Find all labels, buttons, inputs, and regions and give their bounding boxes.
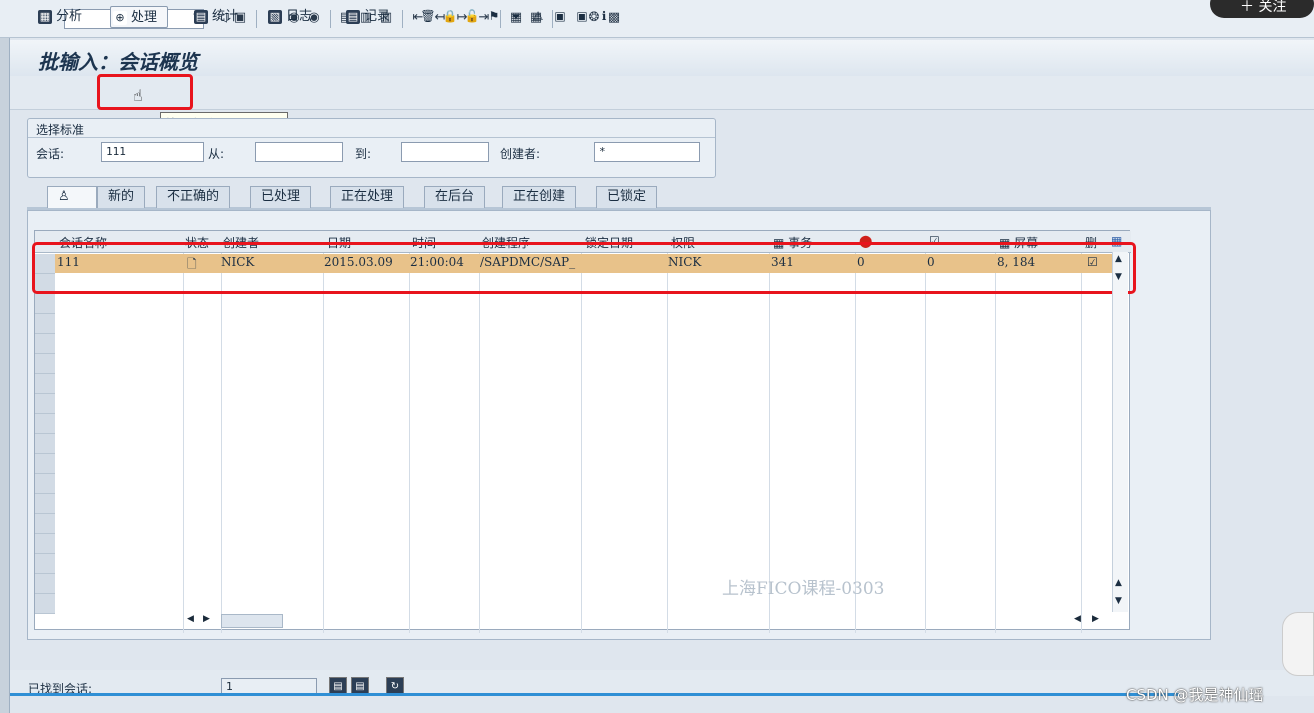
tab-locked[interactable]: 已锁定: [596, 186, 658, 208]
criteria-title: 选择标准: [36, 123, 85, 137]
person-icon: ♙: [58, 189, 70, 204]
divider: [1081, 253, 1082, 633]
row-selector[interactable]: [35, 574, 55, 594]
highlight-box: [32, 242, 1136, 294]
lock-icon[interactable]: 🔒: [442, 8, 458, 24]
to-date-input[interactable]: [401, 142, 489, 162]
row-selector[interactable]: [35, 394, 55, 414]
warning-icon[interactable]: ⚠: [530, 8, 546, 24]
scroll-up-icon[interactable]: ▲: [1115, 254, 1122, 264]
unlock-icon[interactable]: 🔓: [464, 8, 480, 24]
copy-icon[interactable]: ▣: [574, 8, 590, 24]
tab-creating[interactable]: 正在创建: [502, 186, 577, 208]
scroll-down-icon[interactable]: ▼: [1115, 272, 1122, 282]
tab-incorrect[interactable]: 不正确的: [156, 186, 231, 208]
row-selector[interactable]: [35, 374, 55, 394]
session-input[interactable]: 111: [101, 142, 204, 162]
from-date-input[interactable]: [255, 142, 343, 162]
stats-icon: ▤: [194, 10, 208, 24]
divider: [256, 10, 257, 28]
delete-icon[interactable]: 🗑: [420, 8, 436, 24]
analyze-icon: ▦: [38, 10, 52, 24]
row-selector[interactable]: [35, 414, 55, 434]
row-selector[interactable]: [35, 534, 55, 554]
scroll-right-icon[interactable]: ▶: [203, 614, 210, 624]
progress-line: [10, 693, 1180, 696]
log-button[interactable]: ▧ 日志: [266, 6, 312, 28]
divider: [409, 253, 410, 633]
log-label: 日志: [286, 9, 313, 24]
page-title: 批输入：会话概览: [38, 50, 198, 74]
scroll-up-icon[interactable]: ▲: [1115, 578, 1122, 588]
row-selector[interactable]: [35, 514, 55, 534]
divider: [995, 253, 996, 633]
tab-all[interactable]: ♙: [47, 186, 97, 208]
divider: [330, 10, 331, 28]
highlight-box: [97, 74, 193, 110]
row-selector[interactable]: [35, 594, 55, 614]
side-scroll-tab[interactable]: [1282, 612, 1314, 676]
scroll-down-icon[interactable]: ▼: [1115, 596, 1122, 606]
tab-processing[interactable]: 正在处理: [330, 186, 405, 208]
creator-label: 创建者:: [500, 147, 541, 161]
divider: [581, 253, 582, 633]
flag-icon[interactable]: ⚑: [486, 8, 502, 24]
divider: [402, 10, 403, 28]
tab-new[interactable]: 新的: [97, 186, 146, 208]
process-label: 处理: [131, 10, 158, 25]
tab-processed[interactable]: 已处理: [250, 186, 312, 208]
filter-icon[interactable]: ⏷: [508, 8, 524, 24]
row-selector[interactable]: [35, 434, 55, 454]
row-selector[interactable]: [35, 474, 55, 494]
row-selector[interactable]: [35, 314, 55, 334]
scroll-thumb[interactable]: [221, 614, 283, 628]
horizontal-scrollbar[interactable]: ◀ ▶: [183, 614, 293, 630]
process-button[interactable]: ⊕ 处理: [110, 6, 169, 28]
watermark: 上海FICO课程-0303: [722, 579, 885, 599]
divider: [28, 137, 715, 138]
creator-input[interactable]: *: [594, 142, 700, 162]
scroll-left-icon[interactable]: ◀: [1074, 614, 1081, 624]
divider: [323, 253, 324, 633]
analyze-label: 分析: [56, 9, 83, 24]
row-selector[interactable]: [35, 494, 55, 514]
row-selector[interactable]: [35, 454, 55, 474]
divider: [479, 253, 480, 633]
record-icon: ▤: [346, 10, 360, 24]
vertical-scrollbar[interactable]: ▲ ▼ ▲ ▼: [1112, 252, 1128, 612]
record-label: 记录: [364, 9, 391, 24]
session-label: 会话:: [36, 147, 65, 161]
tab-background[interactable]: 在后台: [424, 186, 486, 208]
divider: [183, 253, 184, 633]
divider: [667, 253, 668, 633]
analyze-button[interactable]: ▦ 分析: [36, 6, 82, 28]
log-icon: ▧: [268, 10, 282, 24]
row-selector[interactable]: [35, 334, 55, 354]
from-label: 从:: [208, 147, 225, 161]
stats-label: 统计: [212, 9, 239, 24]
selection-criteria: 选择标准 会话: 111 从: 到: 创建者: *: [27, 118, 716, 178]
csdn-watermark: CSDN @我是神仙瑶: [1126, 686, 1264, 704]
record-button[interactable]: ▤ 记录: [344, 6, 390, 28]
window-edge: [0, 38, 10, 713]
scroll-right-icon[interactable]: ▶: [1092, 614, 1099, 624]
stats-button[interactable]: ▤ 统计: [192, 6, 238, 28]
info-icon[interactable]: ℹ: [596, 8, 612, 24]
application-toolbar: [10, 76, 1314, 110]
title-bar: 批输入：会话概览: [10, 40, 1314, 76]
divider: [925, 253, 926, 633]
row-selector[interactable]: [35, 554, 55, 574]
export-icon[interactable]: ▣: [552, 8, 568, 24]
to-label: 到:: [355, 147, 372, 161]
mouse-cursor-icon: ☝: [133, 86, 143, 105]
follow-button[interactable]: ＋ 关注: [1210, 0, 1314, 18]
divider: [221, 253, 222, 633]
scroll-left-icon[interactable]: ◀: [187, 614, 194, 624]
row-selector[interactable]: [35, 294, 55, 314]
process-icon: ⊕: [113, 11, 127, 25]
row-selector[interactable]: [35, 354, 55, 374]
